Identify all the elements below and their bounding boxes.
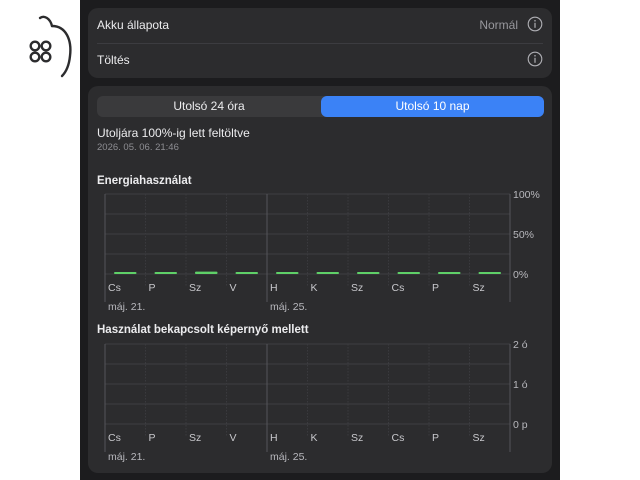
y-tick-label: 0% xyxy=(513,269,528,281)
y-tick-label: 0 p xyxy=(513,419,528,431)
screen-on-usage-chart: 0 p 1 ó 2 ó Cs P Sz V H K Sz Cs P Sz máj. 21. máj. 25. xyxy=(88,334,552,464)
battery-info-card: Akku állapota Normál Töltés xyxy=(88,8,552,78)
x-tick-label: Cs xyxy=(392,282,405,294)
x-tick-label: V xyxy=(230,282,237,294)
app-logo-icon xyxy=(22,12,76,80)
x-tick-label: Sz xyxy=(473,432,485,444)
battery-settings-panel: Akku állapota Normál Töltés Utolsó 24 ór… xyxy=(80,0,560,480)
x-tick-label: P xyxy=(432,432,439,444)
bar xyxy=(235,272,258,274)
last-charged-text: Utoljára 100%-ig lett feltöltve xyxy=(97,126,250,140)
bar xyxy=(276,272,299,274)
week-label: máj. 25. xyxy=(270,301,307,313)
x-tick-label: Cs xyxy=(108,432,121,444)
week-label: máj. 21. xyxy=(108,301,145,313)
bar xyxy=(438,272,461,274)
week-label: máj. 21. xyxy=(108,451,145,463)
charging-row: Töltés xyxy=(88,43,552,78)
x-tick-label: P xyxy=(149,432,156,444)
x-tick-label: P xyxy=(432,282,439,294)
x-tick-label: H xyxy=(270,282,278,294)
bar xyxy=(357,272,380,274)
x-tick-label: Sz xyxy=(473,282,485,294)
bar xyxy=(397,272,420,274)
energy-usage-chart-svg: 0% 50% 100% Cs P Sz V H K Sz Cs P Sz máj. 21. máj. 25. xyxy=(104,189,540,313)
tab-last-24-hours[interactable]: Utolsó 24 óra xyxy=(97,96,321,117)
week-label: máj. 25. xyxy=(270,451,307,463)
x-tick-label: P xyxy=(149,282,156,294)
y-tick-label: 2 ó xyxy=(513,339,528,351)
usage-history-card: Utolsó 24 óra Utolsó 10 nap Utoljára 100… xyxy=(88,86,552,473)
y-tick-label: 50% xyxy=(513,229,534,241)
info-icon[interactable] xyxy=(527,16,543,32)
bar xyxy=(478,272,501,274)
bar xyxy=(154,272,177,274)
x-tick-label: H xyxy=(270,432,278,444)
x-tick-label: Cs xyxy=(108,282,121,294)
info-icon[interactable] xyxy=(527,51,543,67)
x-tick-label: Cs xyxy=(392,432,405,444)
x-tick-label: Sz xyxy=(351,282,363,294)
bar xyxy=(195,271,218,274)
y-tick-label: 1 ó xyxy=(513,379,528,391)
battery-state-label: Akku állapota xyxy=(97,18,170,32)
y-tick-label: 100% xyxy=(513,189,540,201)
time-range-segmented-control: Utolsó 24 óra Utolsó 10 nap xyxy=(97,96,544,117)
tab-last-10-days[interactable]: Utolsó 10 nap xyxy=(321,96,544,117)
bar xyxy=(316,272,339,274)
last-charged-time: 2026. 05. 06. 21:46 xyxy=(97,142,179,153)
energy-usage-chart: 0% 50% 100% Cs P Sz V H K Sz Cs P Sz máj. 21. máj. 25. xyxy=(88,184,552,314)
x-tick-label: K xyxy=(311,432,318,444)
x-tick-label: Sz xyxy=(189,282,201,294)
x-tick-label: V xyxy=(230,432,237,444)
battery-state-row: Akku állapota Normál xyxy=(88,8,552,43)
charging-label: Töltés xyxy=(97,53,130,67)
bar xyxy=(114,272,137,274)
x-tick-label: K xyxy=(311,282,318,294)
x-tick-label: Sz xyxy=(189,432,201,444)
x-tick-label: Sz xyxy=(351,432,363,444)
screen-on-usage-chart-svg: 0 p 1 ó 2 ó Cs P Sz V H K Sz Cs P Sz máj. 21. máj. 25. xyxy=(104,339,528,463)
battery-state-value: Normál xyxy=(479,18,518,32)
